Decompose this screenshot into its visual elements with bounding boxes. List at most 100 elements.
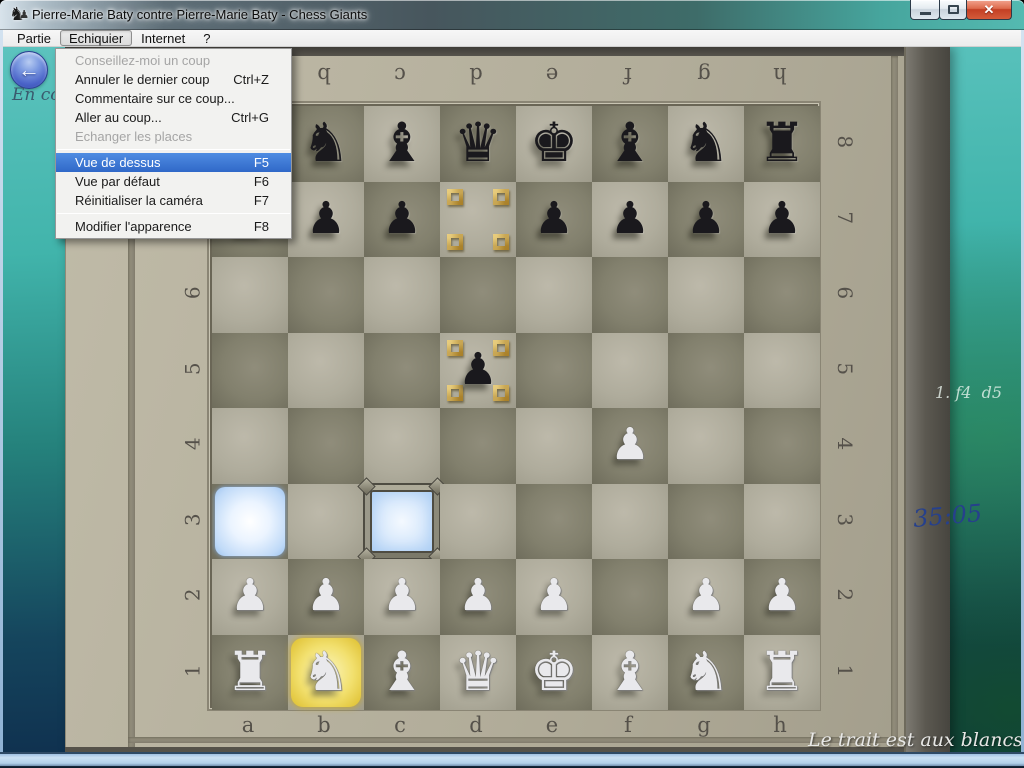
square-g4[interactable] — [668, 408, 744, 484]
square-b4[interactable] — [288, 408, 364, 484]
menu-item-vue-de-dessus[interactable]: Vue de dessusF5 — [56, 153, 291, 172]
square-b8[interactable]: ♞ — [288, 106, 364, 182]
square-h4[interactable] — [744, 408, 820, 484]
board-label: f — [590, 59, 666, 87]
square-b7[interactable]: ♟ — [288, 182, 364, 258]
square-g8[interactable]: ♞ — [668, 106, 744, 182]
menu-item-aller-au-coup[interactable]: Aller au coup...Ctrl+G — [56, 108, 291, 127]
menu-item-commentaire-sur-ce-coup[interactable]: Commentaire sur ce coup... — [56, 89, 291, 108]
app-window: ♞♟ Pierre-Marie Baty contre Pierre-Marie… — [0, 0, 1024, 768]
square-e2[interactable]: ♟ — [516, 559, 592, 635]
square-c7[interactable]: ♟ — [364, 182, 440, 258]
square-c3[interactable] — [364, 484, 440, 560]
square-c5[interactable] — [364, 333, 440, 409]
square-g2[interactable]: ♟ — [668, 559, 744, 635]
square-f5[interactable] — [592, 333, 668, 409]
square-f4[interactable]: ♟ — [592, 408, 668, 484]
square-f8[interactable]: ♝ — [592, 106, 668, 182]
square-a5[interactable] — [212, 333, 288, 409]
square-c1[interactable]: ♝ — [364, 635, 440, 711]
square-h7[interactable]: ♟ — [744, 182, 820, 258]
square-h1[interactable]: ♜ — [744, 635, 820, 711]
square-e3[interactable] — [516, 484, 592, 560]
window-border-bottom — [0, 752, 1024, 768]
minimize-button[interactable] — [910, 0, 940, 20]
menu-item-modifier-l-apparence[interactable]: Modifier l'apparenceF8 — [56, 217, 291, 236]
turn-message-text: Le trait est aux blancs. — [808, 729, 1021, 751]
menu-internet[interactable]: Internet — [132, 30, 194, 46]
piece-white-queen: ♛ — [440, 635, 516, 708]
square-h6[interactable] — [744, 257, 820, 333]
menu-bar: Partie Echiquier Internet ? — [3, 30, 1021, 47]
square-g7[interactable]: ♟ — [668, 182, 744, 258]
titlebar[interactable]: ♞♟ Pierre-Marie Baty contre Pierre-Marie… — [0, 0, 1024, 30]
menu-item-vue-par-defaut[interactable]: Vue par défautF6 — [56, 172, 291, 191]
square-a3[interactable] — [212, 484, 288, 560]
square-e5[interactable] — [516, 333, 592, 409]
square-f7[interactable]: ♟ — [592, 182, 668, 258]
square-d3[interactable] — [440, 484, 516, 560]
square-a1[interactable]: ♜ — [212, 635, 288, 711]
app-icon-chess-knight: ♞♟ — [9, 5, 25, 25]
piece-white-rook: ♜ — [212, 635, 288, 708]
square-d5[interactable]: ♟ — [440, 333, 516, 409]
square-e1[interactable]: ♚ — [516, 635, 592, 711]
square-g1[interactable]: ♞ — [668, 635, 744, 711]
square-b3[interactable] — [288, 484, 364, 560]
square-e8[interactable]: ♚ — [516, 106, 592, 182]
cursor-square-frame — [365, 485, 439, 559]
menu-item-reinitialiser-la-camera[interactable]: Réinitialiser la caméraF7 — [56, 191, 291, 210]
game-scene: abcdefgh abcdefgh 87654321 87654321 ♜♞♝♛… — [3, 47, 1021, 752]
square-b2[interactable]: ♟ — [288, 559, 364, 635]
piece-black-rook: ♜ — [744, 106, 820, 179]
menu-help[interactable]: ? — [194, 30, 219, 46]
square-c6[interactable] — [364, 257, 440, 333]
menu-item-echanger-les-places: Echanger les places — [56, 127, 291, 146]
maximize-button[interactable] — [939, 0, 967, 20]
square-d1[interactable]: ♛ — [440, 635, 516, 711]
square-g3[interactable] — [668, 484, 744, 560]
board-label: d — [438, 713, 514, 741]
square-h3[interactable] — [744, 484, 820, 560]
board-label: c — [362, 59, 438, 87]
square-g6[interactable] — [668, 257, 744, 333]
piece-black-pawn: ♟ — [516, 182, 592, 255]
square-d6[interactable] — [440, 257, 516, 333]
square-a2[interactable]: ♟ — [212, 559, 288, 635]
square-d4[interactable] — [440, 408, 516, 484]
menu-item-annuler-le-dernier-coup[interactable]: Annuler le dernier coupCtrl+Z — [56, 70, 291, 89]
square-d7[interactable] — [440, 182, 516, 258]
square-d2[interactable]: ♟ — [440, 559, 516, 635]
square-c2[interactable]: ♟ — [364, 559, 440, 635]
square-g5[interactable] — [668, 333, 744, 409]
square-d8[interactable]: ♛ — [440, 106, 516, 182]
piece-black-pawn: ♟ — [288, 182, 364, 255]
square-h2[interactable]: ♟ — [744, 559, 820, 635]
menu-item-conseillez-moi-un-coup: Conseillez-moi un coup — [56, 51, 291, 70]
square-a6[interactable] — [212, 257, 288, 333]
square-h5[interactable] — [744, 333, 820, 409]
square-b1[interactable]: ♞ — [288, 635, 364, 711]
square-b6[interactable] — [288, 257, 364, 333]
legal-move-highlight — [215, 487, 285, 557]
square-f3[interactable] — [592, 484, 668, 560]
close-button[interactable]: ✕ — [966, 0, 1012, 20]
square-f6[interactable] — [592, 257, 668, 333]
square-e4[interactable] — [516, 408, 592, 484]
square-a4[interactable] — [212, 408, 288, 484]
menu-partie[interactable]: Partie — [8, 30, 60, 46]
square-e7[interactable]: ♟ — [516, 182, 592, 258]
square-f1[interactable]: ♝ — [592, 635, 668, 711]
menu-echiquier[interactable]: Echiquier — [60, 30, 132, 46]
square-c4[interactable] — [364, 408, 440, 484]
square-h8[interactable]: ♜ — [744, 106, 820, 182]
square-c8[interactable]: ♝ — [364, 106, 440, 182]
back-button[interactable]: ← — [10, 51, 48, 89]
board-file-labels-bottom: abcdefgh — [210, 713, 818, 741]
piece-black-queen: ♛ — [440, 106, 516, 179]
move-list-text: 1. f4 d5 — [935, 383, 1002, 402]
square-f2[interactable] — [592, 559, 668, 635]
square-e6[interactable] — [516, 257, 592, 333]
square-b5[interactable] — [288, 333, 364, 409]
piece-black-knight: ♞ — [668, 106, 744, 179]
